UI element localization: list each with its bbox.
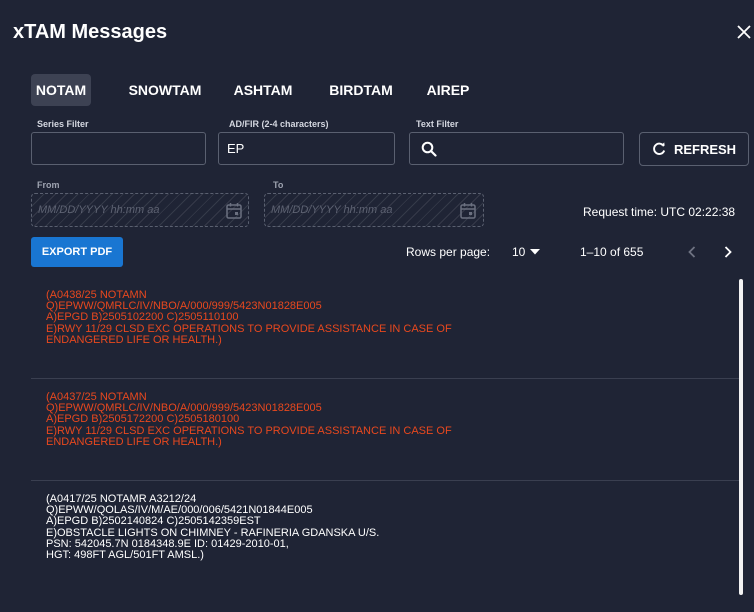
- rows-per-page-select[interactable]: 10: [512, 239, 552, 265]
- dialog-title: xTAM Messages: [13, 21, 168, 43]
- to-date-placeholder: MM/DD/YYYY hh:mm aa: [271, 204, 393, 216]
- tab-airep[interactable]: AIREP: [416, 74, 480, 106]
- refresh-button[interactable]: REFRESH: [639, 132, 749, 166]
- pagination-range: 1–10 of 655: [580, 245, 644, 259]
- next-page-button[interactable]: [718, 240, 738, 264]
- from-label: From: [37, 180, 60, 190]
- rows-per-page-label: Rows per page:: [406, 245, 491, 259]
- to-label: To: [273, 180, 284, 190]
- close-button[interactable]: [733, 19, 754, 45]
- list-item: (A0417/25 NOTAMR A3212/24 Q)EPWW/QOLAS/I…: [31, 481, 741, 561]
- text-filter-label: Text Filter: [416, 119, 459, 129]
- text-filter-input[interactable]: [409, 132, 624, 165]
- xtam-messages-dialog: xTAM Messages NOTAM SNOWTAM ASHTAM BIRDT…: [0, 0, 754, 612]
- chevron-right-icon: [724, 246, 732, 258]
- from-date-placeholder: MM/DD/YYYY hh:mm aa: [38, 204, 160, 216]
- chevron-left-icon: [688, 246, 696, 258]
- from-date-input[interactable]: MM/DD/YYYY hh:mm aa: [31, 193, 249, 227]
- close-icon: [737, 25, 751, 39]
- tab-snowtam[interactable]: SNOWTAM: [118, 74, 212, 106]
- list-item: (A0437/25 NOTAMN Q)EPWW/QMRLC/IV/NBO/A/0…: [31, 379, 741, 448]
- tab-ashtam[interactable]: ASHTAM: [225, 74, 301, 106]
- export-pdf-button[interactable]: EXPORT PDF: [31, 237, 123, 267]
- notam-text: (A0438/25 NOTAMN Q)EPWW/QMRLC/IV/NBO/A/0…: [46, 289, 452, 346]
- calendar-icon: [460, 203, 476, 219]
- rows-per-page-value: 10: [512, 245, 526, 259]
- search-icon: [421, 141, 437, 157]
- scrollbar[interactable]: [739, 279, 743, 595]
- series-filter-label: Series Filter: [37, 119, 89, 129]
- to-date-input[interactable]: MM/DD/YYYY hh:mm aa: [264, 193, 484, 227]
- previous-page-button[interactable]: [682, 240, 702, 264]
- notam-text: (A0417/25 NOTAMR A3212/24 Q)EPWW/QOLAS/I…: [46, 493, 380, 562]
- request-time: Request time: UTC 02:22:38: [583, 205, 736, 219]
- notam-text: (A0437/25 NOTAMN Q)EPWW/QMRLC/IV/NBO/A/0…: [46, 391, 452, 448]
- dropdown-arrow-icon: [530, 249, 541, 255]
- refresh-label: REFRESH: [673, 141, 737, 157]
- tab-birdtam[interactable]: BIRDTAM: [319, 74, 403, 106]
- calendar-icon: [226, 203, 242, 219]
- tab-notam[interactable]: NOTAM: [31, 74, 91, 106]
- adfir-label: AD/FIR (2-4 characters): [229, 119, 329, 129]
- list-item: (A0438/25 NOTAMN Q)EPWW/QMRLC/IV/NBO/A/0…: [31, 277, 741, 346]
- notam-list: (A0438/25 NOTAMN Q)EPWW/QMRLC/IV/NBO/A/0…: [31, 277, 749, 612]
- refresh-icon: [653, 142, 666, 155]
- series-filter-input[interactable]: [31, 132, 206, 165]
- adfir-input[interactable]: [218, 132, 395, 165]
